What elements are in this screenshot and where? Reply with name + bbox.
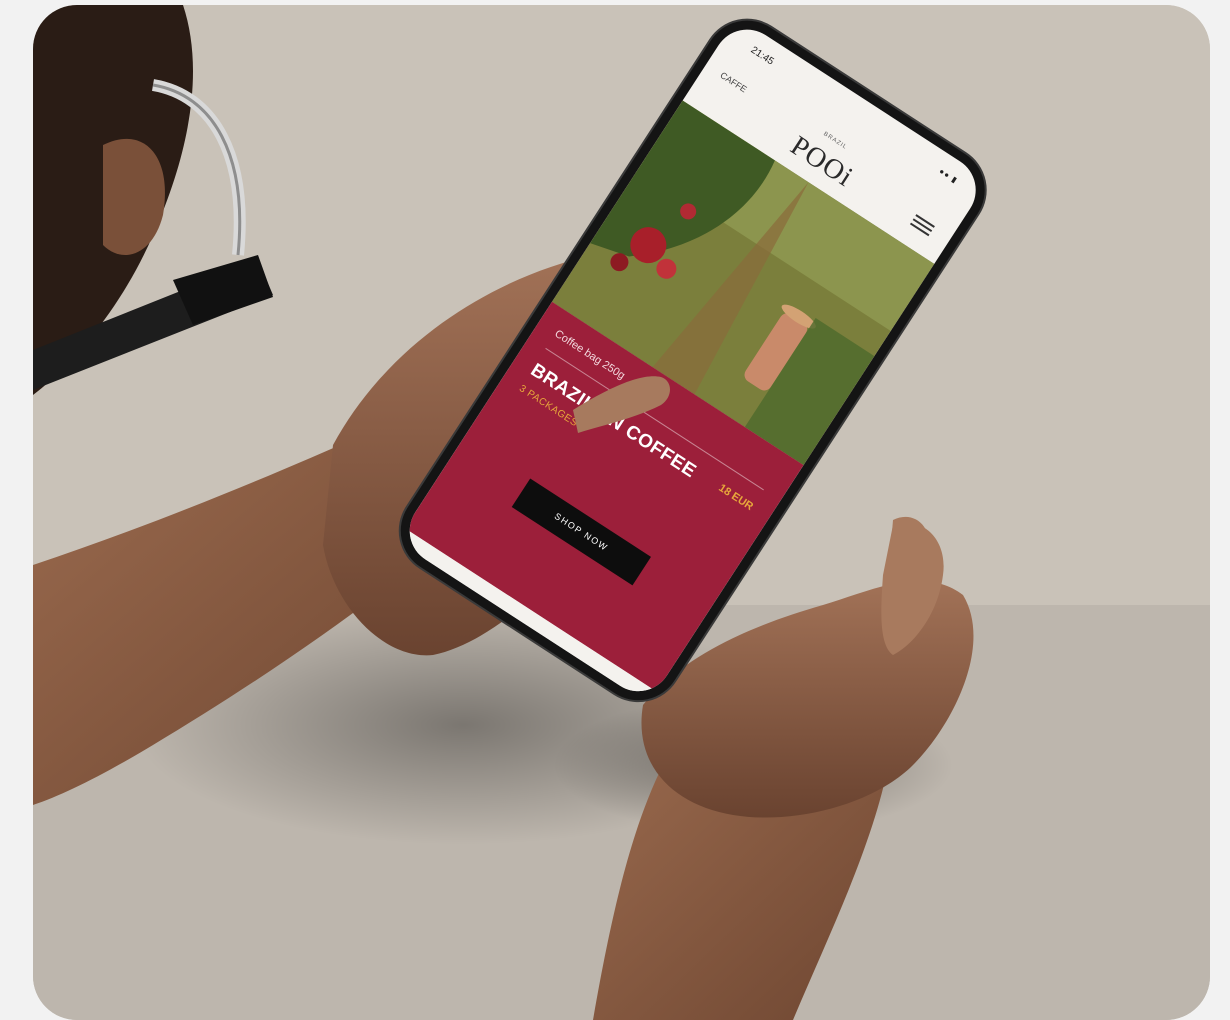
- status-time: 21:45: [748, 44, 776, 68]
- product-price: 18 EUR: [716, 481, 756, 513]
- shop-now-button[interactable]: SHOP NOW: [511, 478, 651, 586]
- status-icons: ●● ▮: [937, 166, 960, 186]
- product-photo: 21:45 ●● ▮ CAFFE BRAZIL POOi Coffee bag …: [33, 5, 1210, 1020]
